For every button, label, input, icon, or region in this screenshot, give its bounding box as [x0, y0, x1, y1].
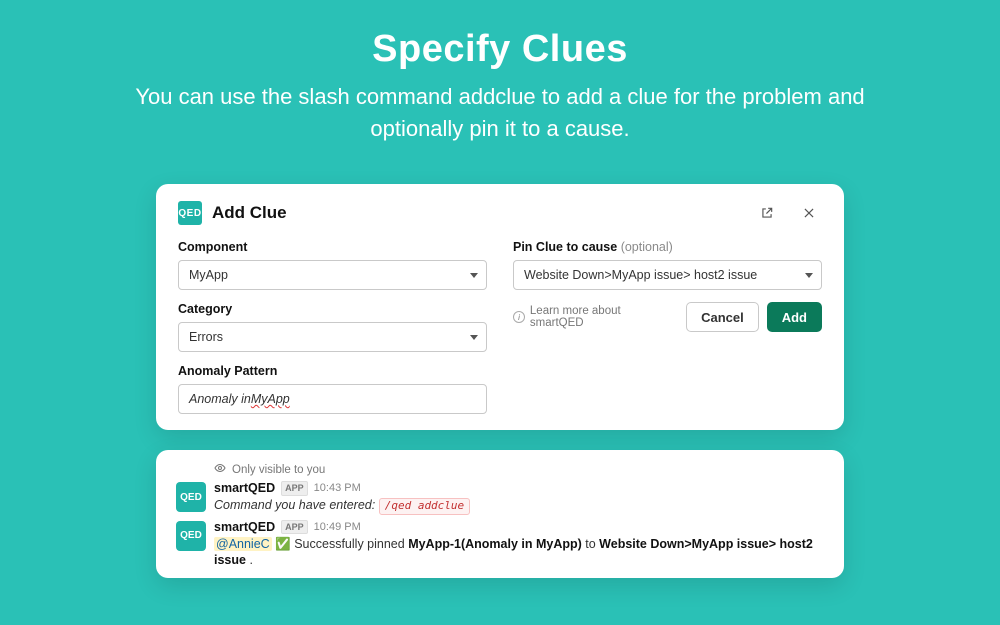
msg-fragment: to: [582, 537, 599, 551]
anomaly-text-prefix: Anomaly in: [189, 392, 251, 406]
category-value: Errors: [189, 330, 223, 344]
command-pill: /qed addclue: [379, 498, 470, 515]
hero: Specify Clues You can use the slash comm…: [0, 0, 1000, 145]
visibility-text: Only visible to you: [232, 464, 325, 476]
app-badge: APP: [281, 520, 308, 534]
chat-panel: Only visible to you QED smartQED APP 10:…: [156, 450, 844, 578]
pin-label: Pin Clue to cause (optional): [513, 240, 822, 254]
pin-value: Website Down>MyApp issue> host2 issue: [524, 268, 757, 282]
add-button[interactable]: Add: [767, 302, 822, 332]
message-text: @AnnieC ✅ Successfully pinned MyApp-1(An…: [214, 536, 824, 570]
msg-fragment: Successfully pinned: [291, 537, 408, 551]
message-time: 10:49 PM: [314, 520, 361, 535]
chat-message: QED smartQED APP 10:49 PM @AnnieC ✅ Succ…: [176, 519, 824, 570]
category-label: Category: [178, 302, 487, 316]
pin-label-text: Pin Clue to cause: [513, 240, 617, 254]
pin-optional: (optional): [621, 240, 673, 254]
user-mention[interactable]: @AnnieC: [214, 537, 272, 551]
chat-message: QED smartQED APP 10:43 PM Command you ha…: [176, 480, 824, 515]
bot-name: smartQED: [214, 519, 275, 536]
chevron-down-icon: [805, 273, 813, 278]
component-select[interactable]: MyApp: [178, 260, 487, 290]
learn-more-text: Learn more about smartQED: [530, 305, 676, 329]
modal-left-column: Component MyApp Category Errors Anomaly …: [178, 240, 487, 414]
visibility-row: Only visible to you: [214, 462, 824, 477]
anomaly-text-word: MyApp: [251, 392, 290, 406]
page-subtitle: You can use the slash command addclue to…: [100, 81, 900, 145]
modal-header: QED Add Clue: [178, 200, 822, 226]
bot-avatar: QED: [176, 482, 206, 512]
add-clue-modal: QED Add Clue Component MyApp Category Er…: [156, 184, 844, 430]
cancel-button[interactable]: Cancel: [686, 302, 759, 332]
component-label: Component: [178, 240, 487, 254]
app-badge: APP: [281, 481, 308, 495]
component-value: MyApp: [189, 268, 228, 282]
message-text-main: Command you have entered:: [214, 498, 375, 512]
anomaly-label: Anomaly Pattern: [178, 364, 487, 378]
page-title: Specify Clues: [0, 28, 1000, 71]
modal-title: Add Clue: [212, 203, 287, 223]
modal-body: Component MyApp Category Errors Anomaly …: [178, 240, 822, 414]
bot-avatar: QED: [176, 521, 206, 551]
learn-more-link[interactable]: i Learn more about smartQED: [513, 305, 676, 329]
message-time: 10:43 PM: [314, 481, 361, 496]
qed-logo-icon: QED: [178, 201, 202, 225]
bot-name: smartQED: [214, 480, 275, 497]
check-icon: ✅: [275, 537, 291, 551]
msg-fragment: .: [246, 553, 253, 567]
modal-right-column: Pin Clue to cause (optional) Website Dow…: [513, 240, 822, 414]
chevron-down-icon: [470, 335, 478, 340]
close-icon[interactable]: [796, 200, 822, 226]
info-icon: i: [513, 311, 525, 323]
modal-actions-row: i Learn more about smartQED Cancel Add: [513, 302, 822, 332]
anomaly-pattern-input[interactable]: Anomaly in MyApp: [178, 384, 487, 414]
pin-cause-select[interactable]: Website Down>MyApp issue> host2 issue: [513, 260, 822, 290]
message-text: Command you have entered: /qed addclue: [214, 497, 824, 515]
category-select[interactable]: Errors: [178, 322, 487, 352]
eye-icon: [214, 462, 226, 477]
chevron-down-icon: [470, 273, 478, 278]
open-external-icon[interactable]: [754, 200, 780, 226]
msg-bold: MyApp-1(Anomaly in MyApp): [408, 537, 582, 551]
